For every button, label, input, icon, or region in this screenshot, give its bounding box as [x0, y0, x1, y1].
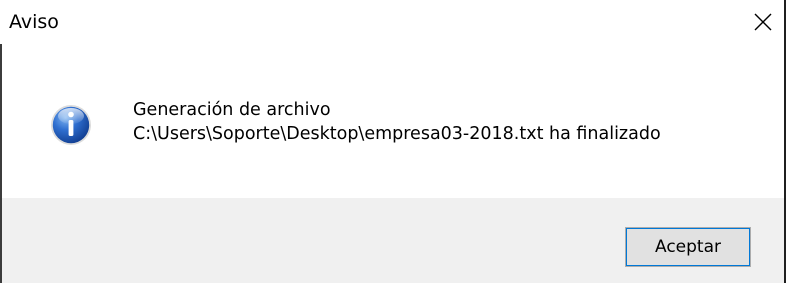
- button-bar: Aceptar: [2, 198, 784, 283]
- window-title: Aviso: [9, 11, 59, 33]
- message-dialog: Aviso Generación de archivo C:\Users\Sop…: [0, 0, 786, 283]
- message-line-1: Generación de archivo: [133, 100, 331, 120]
- message-line-2: C:\Users\Soporte\Desktop\empresa03-2018.…: [133, 124, 661, 144]
- info-icon: [51, 105, 91, 145]
- close-icon: [754, 13, 772, 31]
- dialog-content: Generación de archivo C:\Users\Soporte\D…: [2, 44, 784, 198]
- close-button[interactable]: [742, 0, 784, 44]
- title-bar[interactable]: Aviso: [0, 0, 784, 44]
- message-text: Generación de archivo C:\Users\Soporte\D…: [133, 98, 661, 146]
- accept-button[interactable]: Aceptar: [625, 227, 751, 267]
